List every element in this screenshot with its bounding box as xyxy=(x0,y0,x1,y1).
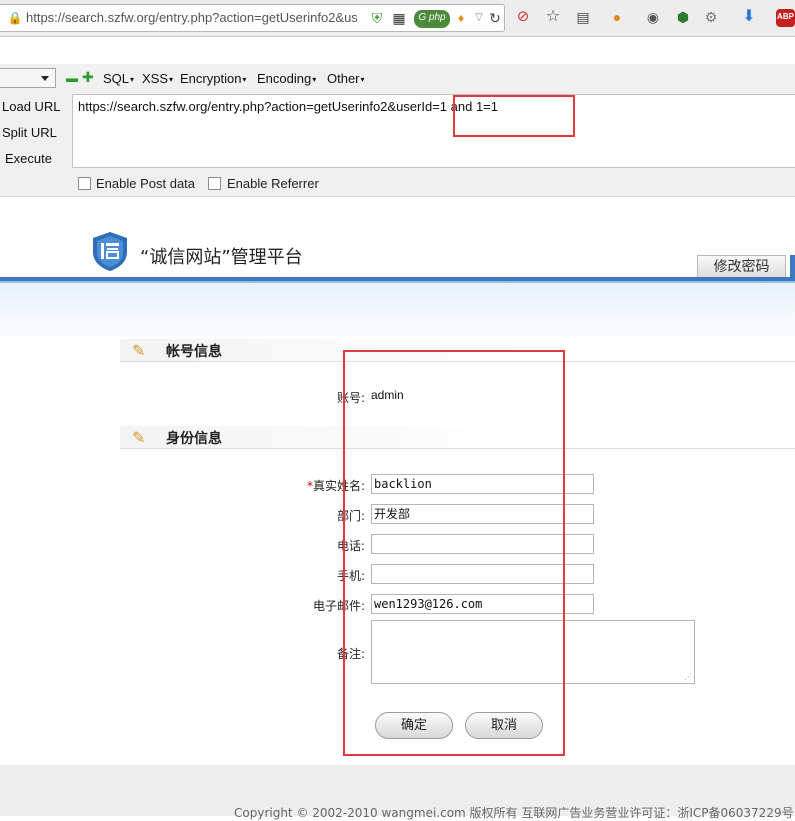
header-gradient xyxy=(0,283,795,343)
pencil-icon: ✎ xyxy=(132,430,146,447)
real-name-label: *真实姓名: xyxy=(306,479,365,493)
shield-check-icon[interactable]: ⛨ xyxy=(368,10,386,28)
reload-icon[interactable]: ↻ xyxy=(486,10,504,28)
location-icon[interactable]: ♦ xyxy=(452,10,470,28)
no-entry-icon[interactable]: ⊘ xyxy=(514,9,532,27)
qr-code-icon[interactable]: ▦ xyxy=(390,10,408,28)
enable-referrer-label: Enable Referrer xyxy=(227,176,319,191)
split-url-button[interactable]: Split URL xyxy=(2,125,57,140)
enable-post-label: Enable Post data xyxy=(96,176,196,191)
lock-icon[interactable]: 🔒 xyxy=(6,10,24,28)
enable-post-checkbox[interactable] xyxy=(78,177,91,190)
enable-referrer-checkbox[interactable] xyxy=(208,177,221,190)
department-label: 部门: xyxy=(336,509,365,523)
menu-xss[interactable]: XSS▾ xyxy=(142,71,173,86)
department-field[interactable]: 开发部 xyxy=(371,504,594,524)
reader-icon[interactable]: ▤ xyxy=(574,9,592,27)
ghostery-icon[interactable]: ⬢ xyxy=(674,9,692,27)
account-label: 账号: xyxy=(336,391,365,405)
tab-next-edge[interactable] xyxy=(790,255,795,277)
identity-section-title: 身份信息 xyxy=(166,431,222,447)
menu-other[interactable]: Other▾ xyxy=(327,71,365,86)
php-badge-icon[interactable]: G php xyxy=(414,10,450,28)
menu-encryption[interactable]: Encryption▾ xyxy=(180,71,246,86)
execute-button[interactable]: Execute xyxy=(5,151,52,166)
pencil-icon: ✎ xyxy=(132,343,146,360)
footer-copyright: Copyright © 2002-2010 wangmei.com 版权所有 互… xyxy=(234,806,794,820)
star-icon[interactable]: ☆ xyxy=(544,9,562,27)
phone-field[interactable] xyxy=(371,534,594,554)
phone-label: 电话: xyxy=(336,539,365,553)
resize-grip-icon[interactable]: ⋰ xyxy=(684,672,692,681)
menu-encoding[interactable]: Encoding▾ xyxy=(257,71,316,86)
confirm-button[interactable]: 确定 xyxy=(375,712,453,739)
load-url-button[interactable]: Load URL xyxy=(2,99,61,114)
palette-icon[interactable]: ◉ xyxy=(644,9,662,27)
hackbar-select[interactable] xyxy=(0,68,56,88)
shield-logo-icon xyxy=(93,232,127,271)
remark-label: 备注: xyxy=(336,647,365,661)
plus-icon[interactable]: ✚ xyxy=(82,69,94,86)
real-name-field[interactable]: backlion xyxy=(371,474,594,494)
tab-change-password[interactable]: 修改密码 xyxy=(697,255,786,277)
download-icon[interactable]: ⬇ xyxy=(740,9,758,27)
page-title: “诚信网站”管理平台 xyxy=(140,247,303,268)
account-section-title: 帐号信息 xyxy=(166,344,222,360)
cancel-button[interactable]: 取消 xyxy=(465,712,543,739)
hackbar-url-value[interactable]: https://search.szfw.org/entry.php?action… xyxy=(78,99,498,114)
extension-icon[interactable]: ● xyxy=(608,9,626,27)
menu-sql[interactable]: SQL▾ xyxy=(103,71,134,86)
remark-textarea[interactable]: ⋰ xyxy=(371,620,695,684)
email-field[interactable]: wen1293@126.com xyxy=(371,594,594,614)
settings-icon[interactable]: ⚙ xyxy=(702,9,720,27)
minus-icon[interactable]: ▬ xyxy=(66,71,78,85)
email-label: 电子邮件: xyxy=(312,599,365,613)
mobile-label: 手机: xyxy=(336,569,365,583)
mobile-field[interactable] xyxy=(371,564,594,584)
adblock-icon[interactable]: ABP xyxy=(776,9,795,27)
account-value: admin xyxy=(371,388,404,402)
address-bar-text[interactable]: https://search.szfw.org/entry.php?action… xyxy=(26,10,366,25)
